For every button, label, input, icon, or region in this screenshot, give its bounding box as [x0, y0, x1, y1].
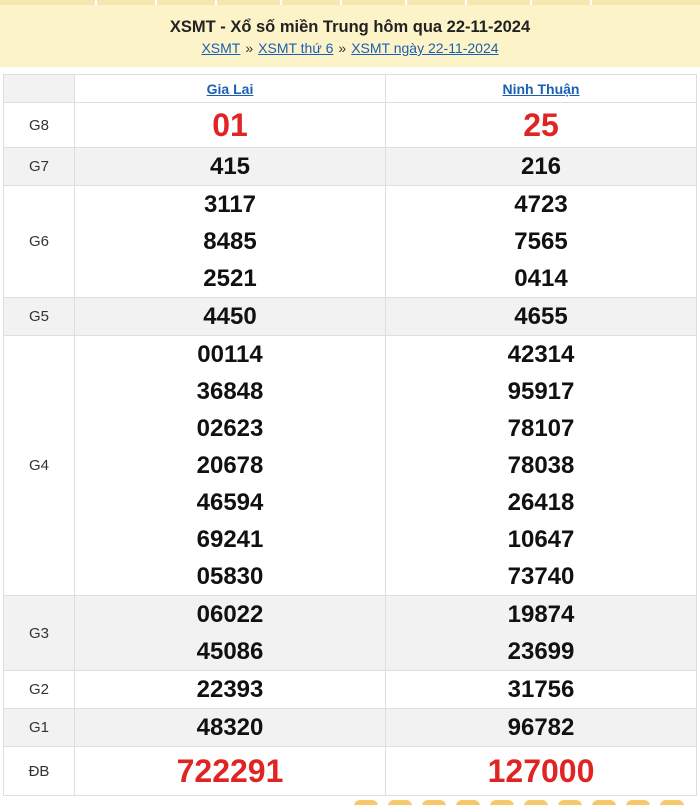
prize-cell-ninh-thuan: 31756: [385, 670, 697, 709]
prize-label: G7: [3, 147, 75, 186]
prize-number: 05830: [196, 563, 264, 590]
prize-number: 00114: [197, 341, 263, 368]
prize-cell-ninh-thuan: 42314 95917 78107 78038 26418 10647 73740: [385, 335, 697, 596]
prize-number: 10647: [507, 526, 575, 553]
prize-number: 45086: [196, 638, 264, 665]
prize-cell-ninh-thuan: 4655: [385, 297, 697, 336]
prize-number: 78107: [507, 415, 575, 442]
prize-cell-ninh-thuan: 216: [385, 147, 697, 186]
prize-number: 02623: [196, 415, 264, 442]
breadcrumb: XSMT» XSMT thứ 6» XSMT ngày 22-11-2024: [0, 39, 700, 57]
prize-number: 01: [212, 107, 248, 143]
prize-cell-gia-lai: 48320: [74, 708, 386, 747]
prize-number: 31756: [507, 676, 575, 703]
prize-label: G5: [3, 297, 75, 336]
prize-label: G8: [3, 102, 75, 148]
prize-row-g4: G4 00114 36848 02623 20678 46594 69241 05830 423…: [3, 335, 697, 596]
prize-cell-gia-lai: 415: [74, 147, 386, 186]
prize-number: 7565: [514, 228, 568, 255]
prize-label: G4: [3, 335, 75, 596]
prize-cell-gia-lai: 00114 36848 02623 20678 46594 69241 05830: [74, 335, 386, 596]
prize-number: 95917: [507, 378, 575, 405]
prize-row-g7: G7 415 216: [3, 147, 697, 186]
prize-row-đb: ĐB 722291 127000: [3, 746, 697, 796]
prize-cell-gia-lai: 4450: [74, 297, 386, 336]
prize-number: 23699: [507, 638, 575, 665]
results-table: Gia Lai Ninh Thuận G8 01 25 G7 415 216 G6 3117 8…: [3, 74, 697, 796]
prize-number: 48320: [196, 714, 264, 741]
results-body: G8 01 25 G7 415 216 G6 3117 8485 2521 4723 7565 0414…: [3, 102, 697, 796]
prize-cell-gia-lai: 722291: [74, 746, 386, 796]
breadcrumb-link-date[interactable]: XSMT ngày 22-11-2024: [351, 40, 498, 56]
prize-number: 8485: [203, 228, 257, 255]
breadcrumb-separator: »: [245, 40, 254, 56]
prize-row-g8: G8 01 25: [3, 102, 697, 148]
prize-number: 73740: [507, 563, 575, 590]
prize-number: 22393: [196, 676, 264, 703]
prize-row-g1: G1 48320 96782: [3, 708, 697, 747]
corner-cell: [3, 74, 75, 103]
prize-number: 4450: [203, 303, 257, 330]
prize-row-g3: G3 06022 45086 19874 23699: [3, 595, 697, 671]
prize-cell-ninh-thuan: 96782: [385, 708, 697, 747]
prize-number: 26418: [507, 489, 575, 516]
decorative-balls: [350, 800, 700, 805]
prize-number: 36848: [196, 378, 264, 405]
prize-cell-ninh-thuan: 4723 7565 0414: [385, 185, 697, 298]
prize-row-g2: G2 22393 31756: [3, 670, 697, 709]
prize-cell-gia-lai: 22393: [74, 670, 386, 709]
prize-number: 19874: [507, 601, 575, 628]
breadcrumb-link-xsmt[interactable]: XSMT: [201, 40, 240, 56]
prize-number: 78038: [507, 452, 575, 479]
prize-number: 415: [209, 153, 251, 180]
prize-label: ĐB: [3, 746, 75, 796]
prize-cell-ninh-thuan: 19874 23699: [385, 595, 697, 671]
prize-label: G6: [3, 185, 75, 298]
prize-number: 2521: [203, 265, 257, 292]
prize-label: G3: [3, 595, 75, 671]
prize-number: 4655: [514, 303, 568, 330]
prize-number: 96782: [507, 714, 575, 741]
prize-cell-gia-lai: 3117 8485 2521: [74, 185, 386, 298]
prize-cell-ninh-thuan: 127000: [385, 746, 697, 796]
prize-number: 4723: [514, 191, 568, 218]
prize-row-g5: G5 4450 4655: [3, 297, 697, 336]
breadcrumb-link-weekday[interactable]: XSMT thứ 6: [258, 40, 333, 56]
prize-number: 25: [523, 107, 559, 143]
prize-label: G2: [3, 670, 75, 709]
prize-row-g6: G6 3117 8485 2521 4723 7565 0414: [3, 185, 697, 298]
prize-number: 20678: [196, 452, 264, 479]
results-header: XSMT - Xổ số miền Trung hôm qua 22-11-20…: [0, 5, 700, 67]
breadcrumb-separator: »: [338, 40, 347, 56]
column-header-gia-lai: Gia Lai: [74, 74, 386, 103]
page-title: XSMT - Xổ số miền Trung hôm qua 22-11-20…: [169, 18, 531, 36]
prize-number: 3117: [203, 191, 257, 218]
prize-number: 216: [520, 153, 562, 180]
prize-number: 69241: [196, 526, 264, 553]
prize-number: 722291: [176, 753, 284, 789]
prize-cell-gia-lai: 01: [74, 102, 386, 148]
province-link-gia-lai[interactable]: Gia Lai: [207, 81, 254, 97]
column-header-ninh-thuan: Ninh Thuận: [385, 74, 697, 103]
prize-cell-ninh-thuan: 25: [385, 102, 697, 148]
prize-cell-gia-lai: 06022 45086: [74, 595, 386, 671]
prize-number: 46594: [196, 489, 264, 516]
prize-label: G1: [3, 708, 75, 747]
province-link-ninh-thuan[interactable]: Ninh Thuận: [503, 81, 580, 97]
prize-number: 42314: [507, 341, 575, 368]
prize-number: 127000: [487, 753, 595, 789]
prize-number: 06022: [196, 601, 264, 628]
page: XSMT - Xổ số miền Trung hôm qua 22-11-20…: [0, 0, 700, 805]
prize-number: 0414: [514, 265, 568, 292]
